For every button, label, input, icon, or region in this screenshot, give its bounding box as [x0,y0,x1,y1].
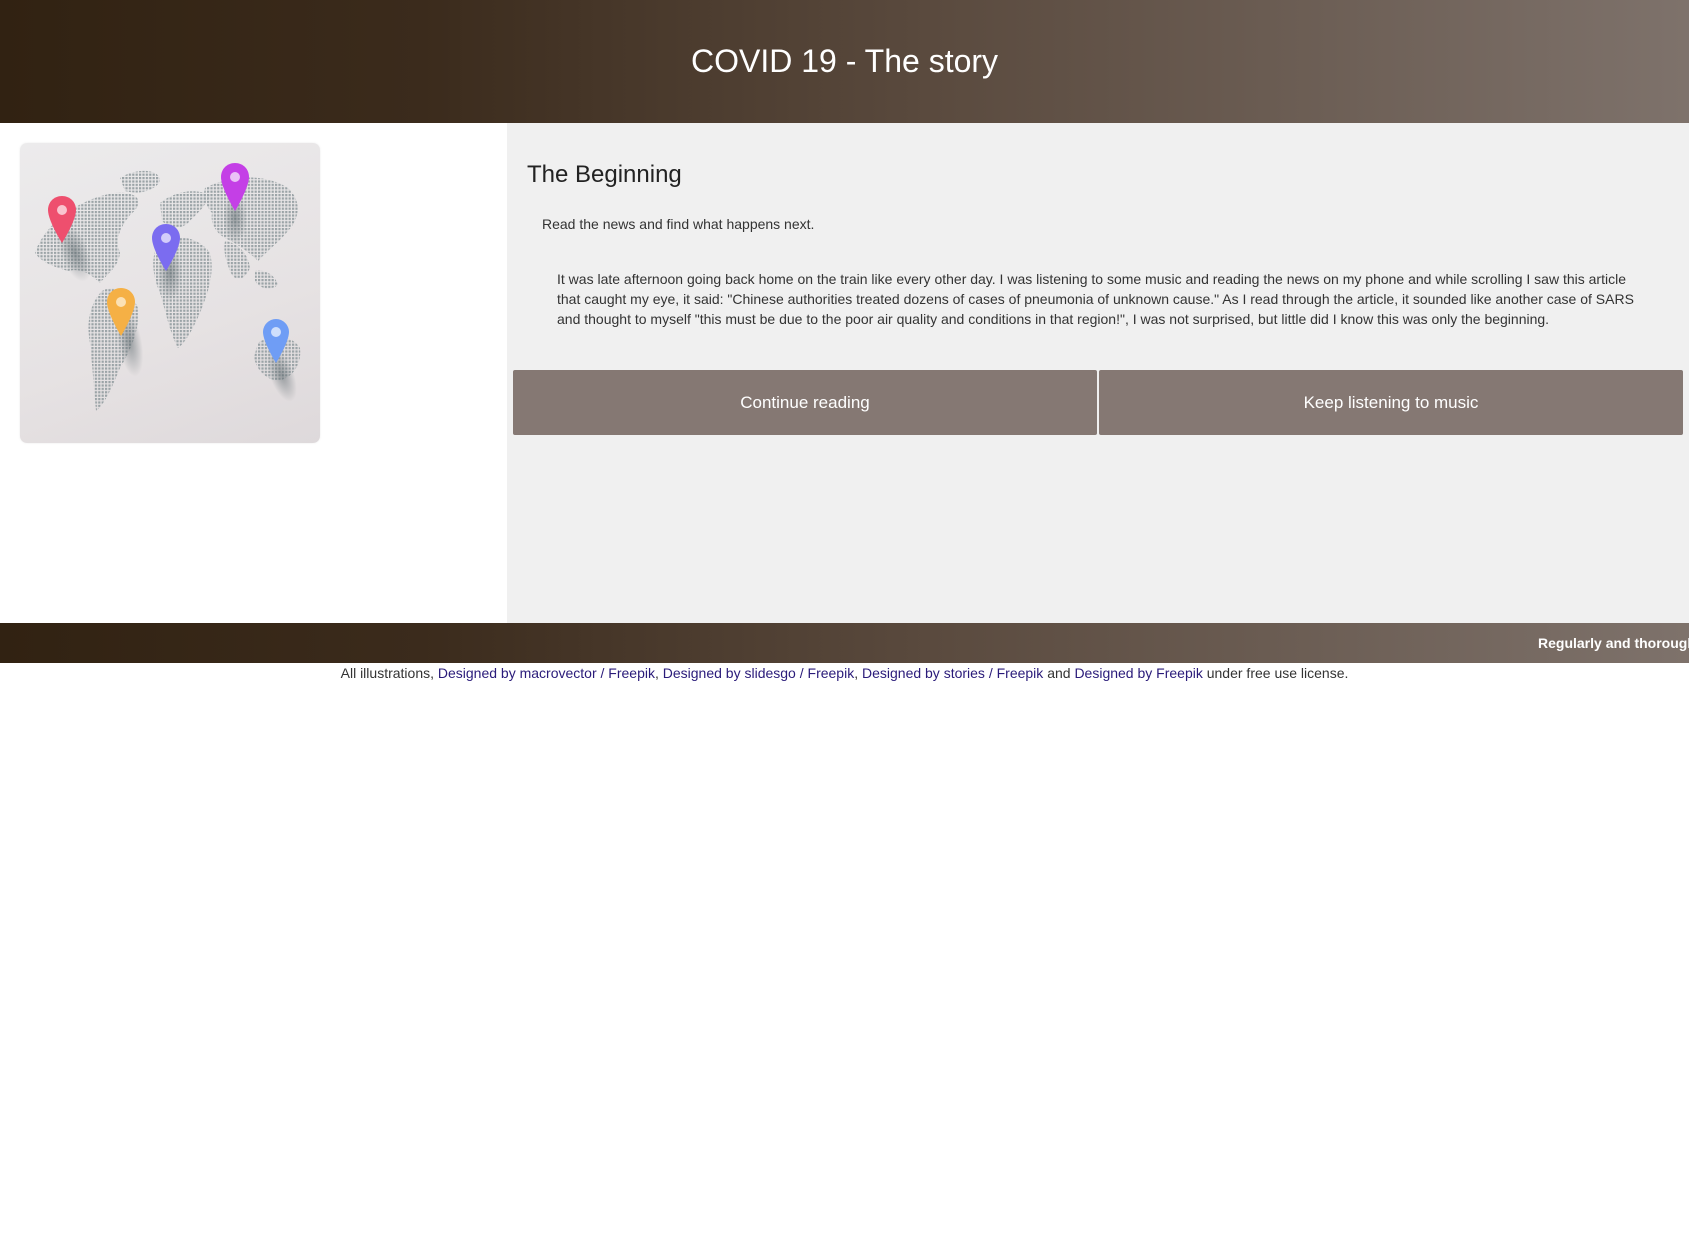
world-map-icon [35,163,301,411]
credits-suffix: under free use license. [1206,665,1349,681]
page-header: COVID 19 - The story [0,0,1689,123]
credits-separator: , [854,665,859,681]
credits-prefix: All illustrations, [340,665,434,681]
page-title: COVID 19 - The story [690,43,999,79]
world-map-illustration [20,143,320,443]
illustration-panel [0,123,507,623]
continue-reading-button[interactable]: Continue reading [513,370,1097,435]
credits-line: All illustrations, Designed by macrovect… [0,665,1689,681]
marquee-text: Regularly and thoroughly [1538,635,1689,651]
credits-and: and [1047,665,1071,681]
credit-link-macrovector[interactable]: Designed by macrovector / Freepik [438,665,655,681]
credit-link-slidesgo[interactable]: Designed by slidesgo / Freepik [663,665,854,681]
story-paragraph: It was late afternoon going back home on… [557,271,1634,327]
credit-link-freepik[interactable]: Designed by Freepik [1074,665,1202,681]
chapter-subtitle: Read the news and find what happens next… [542,216,815,232]
credits-separator: , [654,665,659,681]
keep-listening-button[interactable]: Keep listening to music [1099,370,1683,435]
credit-link-stories[interactable]: Designed by stories / Freepik [862,665,1043,681]
footer-marquee-bar: Regularly and thoroughly [0,623,1689,663]
story-panel: The Beginning Read the news and find wha… [507,123,1689,623]
chapter-title: The Beginning [527,161,682,188]
